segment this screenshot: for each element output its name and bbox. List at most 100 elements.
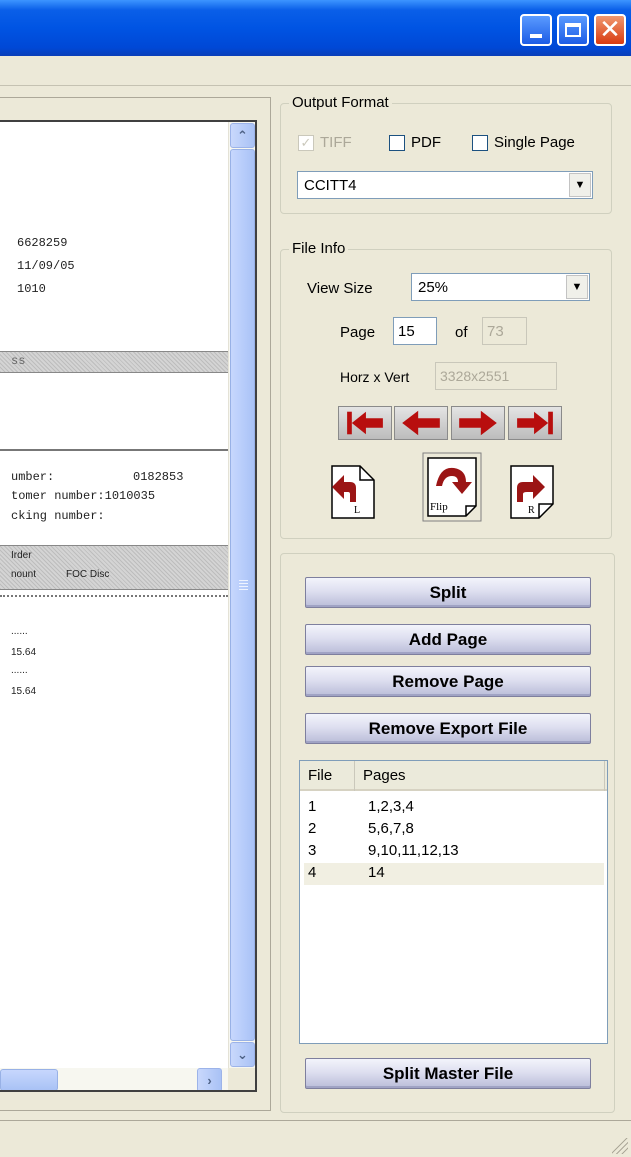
doc-text: 15.64 (11, 686, 37, 697)
rotate-left-text: L (354, 505, 360, 516)
column-header-file[interactable]: File (300, 761, 355, 791)
file-info-legend: File Info (289, 240, 349, 257)
view-size-value: 25% (418, 278, 449, 296)
horizontal-scrollbar[interactable]: › (0, 1068, 228, 1090)
chevron-up-icon: ⌃ (237, 127, 248, 143)
doc-text: FOC Disc (66, 569, 110, 580)
page-input[interactable]: 15 (393, 317, 437, 345)
chevron-right-icon: › (207, 1072, 212, 1088)
doc-shaded-band (0, 351, 228, 373)
close-icon: ✕ (599, 15, 621, 45)
row-file: 3 (308, 842, 317, 859)
column-header-pages[interactable]: Pages (355, 761, 605, 791)
dimensions-value: 3328x2551 (440, 368, 510, 384)
pdf-checkbox-row[interactable]: PDF (389, 134, 441, 151)
doc-text: 15.64 (11, 647, 37, 658)
tiff-checkbox[interactable]: ✓ (298, 134, 314, 151)
row-file: 2 (308, 820, 317, 837)
scroll-corner (228, 1068, 255, 1090)
add-page-button[interactable]: Add Page (305, 624, 591, 655)
doc-text: tomer number:1010035 (11, 489, 156, 503)
minimize-button[interactable] (520, 14, 552, 46)
first-page-button[interactable] (338, 406, 392, 440)
doc-text: cking number: (11, 509, 105, 523)
scroll-thumb[interactable] (230, 149, 255, 1041)
doc-text: 0182853 (133, 470, 184, 484)
scroll-down-button[interactable]: ⌄ (230, 1042, 255, 1067)
rotate-right-icon: R (510, 465, 554, 519)
of-label: of (455, 324, 468, 341)
doc-text: 6628259 (17, 236, 68, 250)
grip-line (239, 583, 248, 584)
last-page-icon (517, 411, 553, 435)
compression-value: CCITT4 (304, 176, 357, 194)
list-row-selected[interactable]: 4 14 (304, 863, 604, 885)
rotate-left-button[interactable]: L (324, 460, 382, 522)
page-total-field: 73 (482, 317, 527, 345)
doc-text: 11/09/05 (17, 259, 75, 273)
single-page-label: Single Page (494, 134, 575, 151)
grip-line (239, 586, 248, 587)
grip-line (239, 580, 248, 581)
resize-grip-icon[interactable] (612, 1138, 628, 1154)
pdf-checkbox[interactable] (389, 134, 405, 151)
row-pages: 14 (368, 864, 385, 881)
arrow-right-icon (459, 410, 497, 436)
compression-select[interactable]: CCITT4 ▼ (297, 171, 593, 199)
flip-text: Flip (430, 501, 448, 513)
status-bar (0, 1120, 631, 1157)
hscroll-thumb[interactable] (0, 1069, 58, 1090)
page-total-value: 73 (487, 322, 504, 340)
split-master-file-button[interactable]: Split Master File (305, 1058, 591, 1089)
view-size-select[interactable]: 25% ▼ (411, 273, 590, 301)
tiff-label: TIFF (320, 134, 352, 151)
row-file: 4 (308, 864, 317, 881)
previous-page-button[interactable] (394, 406, 448, 440)
doc-text: Irder (11, 550, 32, 561)
page-value: 15 (398, 322, 415, 340)
arrow-left-icon (402, 410, 440, 436)
doc-dotted-rule (0, 595, 228, 597)
menu-strip (0, 56, 631, 86)
maximize-button[interactable] (557, 14, 589, 46)
doc-rule (0, 449, 228, 451)
doc-text: ...... (11, 665, 28, 676)
export-file-list[interactable]: File Pages 1 1,2,3,4 2 5,6,7,8 3 9,10,11… (299, 760, 608, 1044)
horz-vert-label: Horz x Vert (340, 369, 410, 385)
remove-export-file-button[interactable]: Remove Export File (305, 713, 591, 744)
flip-button[interactable]: Flip (422, 452, 482, 522)
pdf-label: PDF (411, 134, 441, 151)
flip-icon: Flip (422, 452, 482, 522)
doc-text: ss (11, 354, 26, 368)
chevron-down-icon: ⌄ (237, 1046, 248, 1062)
dropdown-arrow-icon[interactable]: ▼ (566, 275, 588, 299)
list-row[interactable]: 2 5,6,7,8 (304, 819, 604, 841)
doc-shaded-band (0, 545, 228, 590)
document-viewer[interactable]: 6628259 11/09/05 1010 ss umber: 0182853 … (0, 120, 257, 1092)
list-row[interactable]: 1 1,2,3,4 (304, 797, 604, 819)
close-button[interactable]: ✕ (594, 14, 626, 46)
first-page-icon (347, 411, 383, 435)
single-page-checkbox-row[interactable]: Single Page (472, 134, 575, 151)
page-label: Page (340, 324, 376, 341)
tiff-checkbox-row[interactable]: ✓ TIFF (298, 134, 352, 151)
rotate-right-button[interactable]: R (503, 460, 561, 522)
single-page-checkbox[interactable] (472, 134, 488, 151)
split-button[interactable]: Split (305, 577, 591, 608)
scroll-up-button[interactable]: ⌃ (230, 123, 255, 148)
doc-text: 1010 (17, 282, 46, 296)
dropdown-arrow-icon[interactable]: ▼ (569, 173, 591, 197)
last-page-button[interactable] (508, 406, 562, 440)
next-page-button[interactable] (451, 406, 505, 440)
vertical-scrollbar[interactable]: ⌃ ⌄ (228, 122, 255, 1068)
grip-line (239, 589, 248, 590)
row-pages: 5,6,7,8 (368, 820, 414, 837)
view-size-label: View Size (307, 280, 373, 297)
check-icon: ✓ (300, 134, 312, 150)
rotate-left-icon: L (331, 465, 375, 519)
scroll-right-button[interactable]: › (197, 1068, 222, 1090)
list-row[interactable]: 3 9,10,11,12,13 (304, 841, 604, 863)
remove-page-button[interactable]: Remove Page (305, 666, 591, 697)
doc-text: umber: (11, 470, 55, 484)
doc-text: nount (11, 569, 37, 580)
